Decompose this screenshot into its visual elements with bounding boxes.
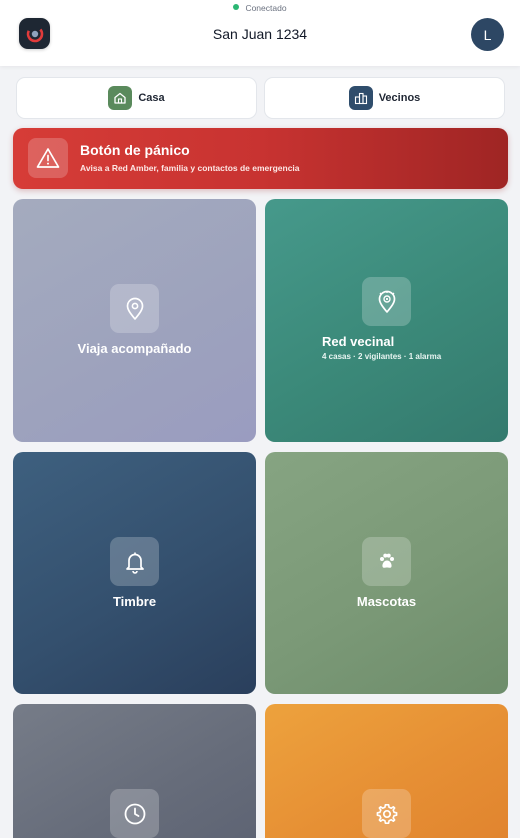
location-eye-icon [362, 277, 411, 326]
tile-historial[interactable] [13, 704, 256, 838]
tile-ajustes[interactable] [265, 704, 508, 838]
tile-timbre[interactable]: Timbre [13, 452, 256, 694]
connection-status: Conectado [0, 3, 520, 13]
paw-icon [362, 537, 411, 586]
tab-label: Casa [138, 92, 165, 104]
house-icon [108, 86, 133, 110]
tile-label: Red vecinal [322, 334, 395, 349]
tab-label: Vecinos [378, 92, 421, 104]
status-dot [233, 4, 240, 10]
tab-vecinos[interactable]: Vecinos [264, 77, 505, 119]
status-label: Conectado [245, 3, 287, 13]
tile-red-vecinal[interactable]: Red vecinal 4 casas · 2 vigilantes · 1 a… [265, 199, 508, 442]
top-bar: Conectado San Juan 1234 L [0, 0, 520, 66]
tile-mascotas[interactable]: Mascotas [265, 452, 508, 694]
address-title[interactable]: San Juan 1234 [0, 26, 520, 42]
map-pin-icon [110, 284, 159, 333]
gear-icon [362, 789, 411, 838]
warning-icon [28, 138, 68, 178]
mode-tabs: Casa Vecinos [16, 77, 505, 119]
tile-subtitle: 4 casas · 2 vigilantes · 1 alarma [322, 352, 442, 361]
panic-button[interactable]: Botón de pánico Avisa a Red Amber, famil… [13, 128, 508, 189]
clock-icon [110, 789, 159, 838]
tile-label: Mascotas [356, 594, 417, 609]
bell-icon [110, 537, 159, 586]
tile-viaja-acompanado[interactable]: Viaja acompañado [13, 199, 256, 442]
tile-label: Timbre [112, 594, 157, 609]
tile-label: Viaja acompañado [77, 341, 192, 356]
tab-casa[interactable]: Casa [16, 77, 257, 119]
panic-title: Botón de pánico [80, 142, 190, 158]
avatar[interactable]: L [471, 18, 504, 51]
buildings-icon [348, 86, 373, 110]
panic-subtitle: Avisa a Red Amber, familia y contactos d… [80, 163, 300, 173]
